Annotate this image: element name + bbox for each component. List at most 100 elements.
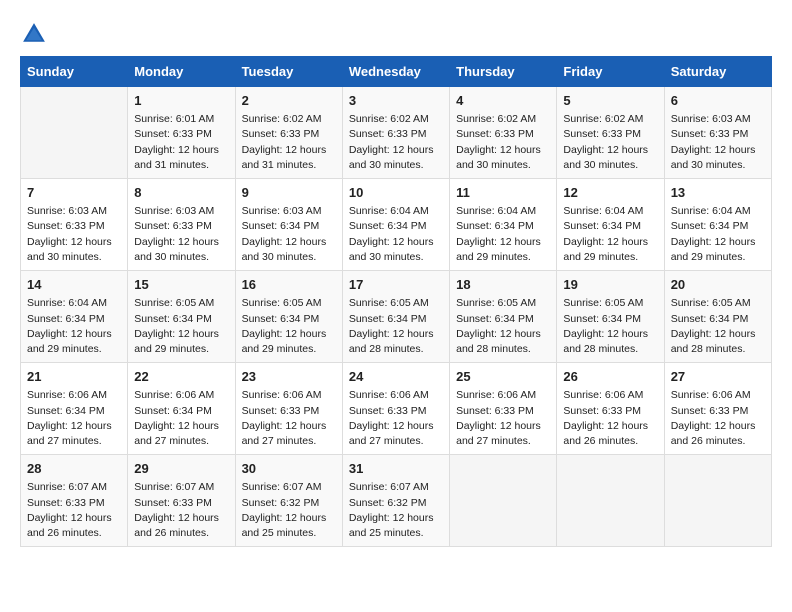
- calendar-week-row: 1 Sunrise: 6:01 AMSunset: 6:33 PMDaylight…: [21, 87, 772, 179]
- calendar-cell: 12 Sunrise: 6:04 AMSunset: 6:34 PMDayligh…: [557, 179, 664, 271]
- day-info: Sunrise: 6:07 AMSunset: 6:33 PMDaylight:…: [134, 481, 219, 539]
- calendar-cell: 3Sunrise: 6:02 AMSunset: 6:33 PMDaylight…: [342, 87, 449, 179]
- calendar-cell: 4Sunrise: 6:02 AMSunset: 6:33 PMDaylight…: [450, 87, 557, 179]
- calendar-cell: 25 Sunrise: 6:06 AMSunset: 6:33 PMDayligh…: [450, 363, 557, 455]
- calendar-table: SundayMondayTuesdayWednesdayThursdayFrid…: [20, 56, 772, 547]
- col-header-tuesday: Tuesday: [235, 57, 342, 87]
- day-number: 17: [349, 276, 443, 294]
- day-info: Sunrise: 6:04 AMSunset: 6:34 PMDaylight:…: [456, 205, 541, 263]
- day-info: Sunrise: 6:06 AMSunset: 6:33 PMDaylight:…: [242, 389, 327, 447]
- calendar-cell: 21 Sunrise: 6:06 AMSunset: 6:34 PMDayligh…: [21, 363, 128, 455]
- calendar-cell: 30 Sunrise: 6:07 AMSunset: 6:32 PMDayligh…: [235, 455, 342, 547]
- day-number: 31: [349, 460, 443, 478]
- col-header-thursday: Thursday: [450, 57, 557, 87]
- calendar-week-row: 21 Sunrise: 6:06 AMSunset: 6:34 PMDayligh…: [21, 363, 772, 455]
- day-number: 26: [563, 368, 657, 386]
- col-header-monday: Monday: [128, 57, 235, 87]
- day-number: 14: [27, 276, 121, 294]
- day-info: Sunrise: 6:07 AMSunset: 6:33 PMDaylight:…: [27, 481, 112, 539]
- day-info: Sunrise: 6:05 AMSunset: 6:34 PMDaylight:…: [134, 297, 219, 355]
- day-number: 20: [671, 276, 765, 294]
- day-number: 9: [242, 184, 336, 202]
- day-number: 15: [134, 276, 228, 294]
- col-header-sunday: Sunday: [21, 57, 128, 87]
- calendar-cell: [450, 455, 557, 547]
- day-info: Sunrise: 6:05 AMSunset: 6:34 PMDaylight:…: [671, 297, 756, 355]
- calendar-cell: 24 Sunrise: 6:06 AMSunset: 6:33 PMDayligh…: [342, 363, 449, 455]
- calendar-cell: [664, 455, 771, 547]
- day-number: 25: [456, 368, 550, 386]
- day-info: Sunrise: 6:01 AMSunset: 6:33 PMDaylight:…: [134, 113, 219, 171]
- day-info: Sunrise: 6:03 AMSunset: 6:33 PMDaylight:…: [671, 113, 756, 171]
- calendar-cell: 18 Sunrise: 6:05 AMSunset: 6:34 PMDayligh…: [450, 271, 557, 363]
- calendar-cell: 19 Sunrise: 6:05 AMSunset: 6:34 PMDayligh…: [557, 271, 664, 363]
- calendar-cell: 2 Sunrise: 6:02 AMSunset: 6:33 PMDaylight…: [235, 87, 342, 179]
- day-info: Sunrise: 6:02 AMSunset: 6:33 PMDaylight:…: [242, 113, 327, 171]
- day-number: 12: [563, 184, 657, 202]
- day-number: 16: [242, 276, 336, 294]
- day-number: 29: [134, 460, 228, 478]
- day-number: 7: [27, 184, 121, 202]
- day-number: 13: [671, 184, 765, 202]
- calendar-cell: 16 Sunrise: 6:05 AMSunset: 6:34 PMDayligh…: [235, 271, 342, 363]
- day-number: 23: [242, 368, 336, 386]
- calendar-cell: 7 Sunrise: 6:03 AMSunset: 6:33 PMDaylight…: [21, 179, 128, 271]
- day-number: 3: [349, 92, 443, 110]
- day-number: 10: [349, 184, 443, 202]
- logo-icon: [20, 20, 48, 48]
- calendar-week-row: 28Sunrise: 6:07 AMSunset: 6:33 PMDayligh…: [21, 455, 772, 547]
- day-info: Sunrise: 6:03 AMSunset: 6:33 PMDaylight:…: [134, 205, 219, 263]
- day-number: 6: [671, 92, 765, 110]
- day-info: Sunrise: 6:06 AMSunset: 6:33 PMDaylight:…: [563, 389, 648, 447]
- calendar-cell: 13Sunrise: 6:04 AMSunset: 6:34 PMDayligh…: [664, 179, 771, 271]
- day-info: Sunrise: 6:04 AMSunset: 6:34 PMDaylight:…: [349, 205, 434, 263]
- calendar-cell: 26 Sunrise: 6:06 AMSunset: 6:33 PMDayligh…: [557, 363, 664, 455]
- day-info: Sunrise: 6:06 AMSunset: 6:33 PMDaylight:…: [349, 389, 434, 447]
- day-number: 1: [134, 92, 228, 110]
- calendar-cell: 9 Sunrise: 6:03 AMSunset: 6:34 PMDaylight…: [235, 179, 342, 271]
- calendar-week-row: 14Sunrise: 6:04 AMSunset: 6:34 PMDayligh…: [21, 271, 772, 363]
- calendar-cell: 1 Sunrise: 6:01 AMSunset: 6:33 PMDaylight…: [128, 87, 235, 179]
- day-info: Sunrise: 6:05 AMSunset: 6:34 PMDaylight:…: [456, 297, 541, 355]
- calendar-cell: 28Sunrise: 6:07 AMSunset: 6:33 PMDayligh…: [21, 455, 128, 547]
- calendar-cell: 22 Sunrise: 6:06 AMSunset: 6:34 PMDayligh…: [128, 363, 235, 455]
- day-number: 2: [242, 92, 336, 110]
- day-info: Sunrise: 6:04 AMSunset: 6:34 PMDaylight:…: [563, 205, 648, 263]
- calendar-week-row: 7 Sunrise: 6:03 AMSunset: 6:33 PMDaylight…: [21, 179, 772, 271]
- calendar-cell: 8 Sunrise: 6:03 AMSunset: 6:33 PMDaylight…: [128, 179, 235, 271]
- calendar-header-row: SundayMondayTuesdayWednesdayThursdayFrid…: [21, 57, 772, 87]
- day-info: Sunrise: 6:05 AMSunset: 6:34 PMDaylight:…: [242, 297, 327, 355]
- calendar-cell: 14Sunrise: 6:04 AMSunset: 6:34 PMDayligh…: [21, 271, 128, 363]
- day-info: Sunrise: 6:06 AMSunset: 6:33 PMDaylight:…: [671, 389, 756, 447]
- day-info: Sunrise: 6:03 AMSunset: 6:33 PMDaylight:…: [27, 205, 112, 263]
- day-number: 30: [242, 460, 336, 478]
- col-header-saturday: Saturday: [664, 57, 771, 87]
- day-number: 18: [456, 276, 550, 294]
- day-number: 24: [349, 368, 443, 386]
- col-header-wednesday: Wednesday: [342, 57, 449, 87]
- day-number: 21: [27, 368, 121, 386]
- calendar-cell: 23 Sunrise: 6:06 AMSunset: 6:33 PMDayligh…: [235, 363, 342, 455]
- day-info: Sunrise: 6:06 AMSunset: 6:34 PMDaylight:…: [134, 389, 219, 447]
- calendar-cell: [21, 87, 128, 179]
- day-number: 11: [456, 184, 550, 202]
- calendar-cell: 20 Sunrise: 6:05 AMSunset: 6:34 PMDayligh…: [664, 271, 771, 363]
- day-info: Sunrise: 6:02 AMSunset: 6:33 PMDaylight:…: [563, 113, 648, 171]
- day-number: 19: [563, 276, 657, 294]
- day-info: Sunrise: 6:05 AMSunset: 6:34 PMDaylight:…: [563, 297, 648, 355]
- day-info: Sunrise: 6:06 AMSunset: 6:33 PMDaylight:…: [456, 389, 541, 447]
- day-info: Sunrise: 6:07 AMSunset: 6:32 PMDaylight:…: [349, 481, 434, 539]
- day-info: Sunrise: 6:05 AMSunset: 6:34 PMDaylight:…: [349, 297, 434, 355]
- calendar-cell: 17 Sunrise: 6:05 AMSunset: 6:34 PMDayligh…: [342, 271, 449, 363]
- day-info: Sunrise: 6:06 AMSunset: 6:34 PMDaylight:…: [27, 389, 112, 447]
- day-number: 8: [134, 184, 228, 202]
- day-info: Sunrise: 6:03 AMSunset: 6:34 PMDaylight:…: [242, 205, 327, 263]
- calendar-cell: 15 Sunrise: 6:05 AMSunset: 6:34 PMDayligh…: [128, 271, 235, 363]
- calendar-cell: 5Sunrise: 6:02 AMSunset: 6:33 PMDaylight…: [557, 87, 664, 179]
- day-info: Sunrise: 6:07 AMSunset: 6:32 PMDaylight:…: [242, 481, 327, 539]
- calendar-cell: [557, 455, 664, 547]
- col-header-friday: Friday: [557, 57, 664, 87]
- calendar-cell: 31 Sunrise: 6:07 AMSunset: 6:32 PMDayligh…: [342, 455, 449, 547]
- day-number: 22: [134, 368, 228, 386]
- calendar-cell: 27Sunrise: 6:06 AMSunset: 6:33 PMDayligh…: [664, 363, 771, 455]
